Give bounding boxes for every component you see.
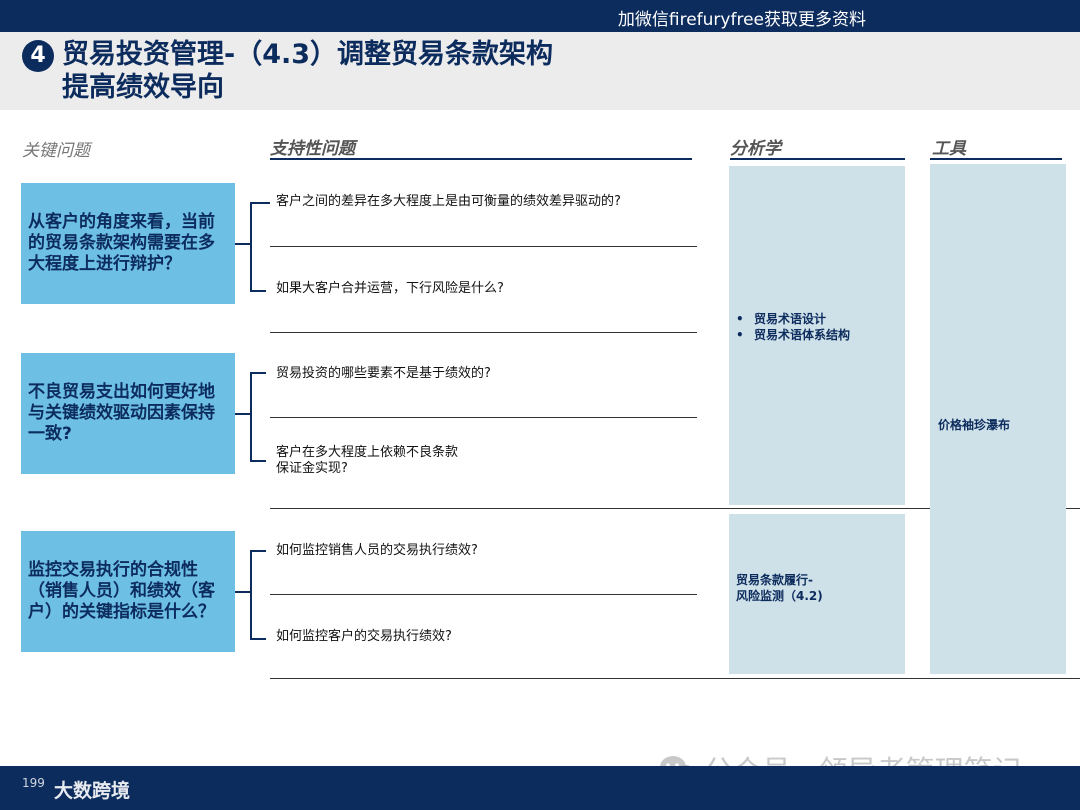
column-rule-supporting	[270, 158, 692, 160]
key-issue-box-2: 不良贸易支出如何更好地与关键绩效驱动因素保持一致?	[21, 353, 235, 474]
supporting-question-3a: 如何监控销售人员的交易执行绩效?	[276, 543, 478, 558]
divider-line-6	[270, 678, 1080, 679]
analytics-panel-2-line2: 风险监测（4.2)	[736, 589, 823, 603]
tools-panel-text: 价格袖珍瀑布	[938, 418, 1011, 432]
top-banner-text: 加微信firefuryfree获取更多资料	[617, 10, 866, 30]
connector-tick-3	[235, 591, 251, 593]
column-heading-tools: 工具	[932, 139, 966, 159]
analytics-bullet-list: 贸易术语设计 贸易术语体系结构	[736, 311, 850, 343]
divider-line-1	[270, 246, 697, 247]
bracket-2	[250, 372, 266, 462]
analytics-panel-2-line1: 贸易条款履行-	[736, 573, 813, 587]
top-banner	[0, 0, 1080, 32]
page-title-line1: 贸易投资管理-（4.3）调整贸易条款架构	[62, 39, 554, 70]
supporting-question-1a: 客户之间的差异在多大程度上是由可衡量的绩效差异驱动的?	[276, 194, 621, 209]
key-issue-box-3: 监控交易执行的合规性（销售人员）和绩效（客户）的关键指标是什么？	[21, 531, 235, 652]
bracket-tick-1a	[264, 202, 270, 204]
bracket-1	[250, 202, 266, 292]
column-heading-analytics: 分析学	[730, 139, 781, 159]
footer-logo-text: 大数跨境	[54, 780, 131, 802]
divider-line-3	[270, 417, 697, 418]
analytics-bullet-1: 贸易术语设计	[736, 311, 850, 327]
analytics-panel-2-text: 贸易条款履行- 风险监测（4.2)	[736, 572, 823, 604]
supporting-question-2b: 客户在多大程度上依赖不良条款 保证金实现?	[276, 445, 459, 476]
connector-tick-2	[235, 413, 251, 415]
page-title: 贸易投资管理-（4.3）调整贸易条款架构 提高绩效导向	[62, 38, 553, 104]
divider-line-5	[270, 594, 697, 595]
column-heading-key-issues: 关键问题	[22, 141, 90, 161]
key-issue-box-1: 从客户的角度来看，当前的贸易条款架构需要在多大程度上进行辩护？	[21, 183, 235, 304]
page-number: 199	[22, 776, 45, 790]
connector-tick-1	[235, 243, 251, 245]
section-number-badge: 4	[22, 40, 54, 72]
column-rule-tools	[930, 158, 1062, 160]
supporting-question-2a: 贸易投资的哪些要素不是基于绩效的?	[276, 366, 491, 381]
supporting-question-1b: 如果大客户合并运营，下行风险是什么?	[276, 281, 504, 296]
column-heading-supporting: 支持性问题	[270, 139, 355, 159]
analytics-bullet-2: 贸易术语体系结构	[736, 327, 850, 343]
bottom-banner	[0, 766, 1080, 810]
column-rule-analytics	[730, 158, 905, 160]
bracket-3	[250, 550, 266, 640]
page-title-line2: 提高绩效导向	[62, 72, 224, 103]
divider-line-2	[270, 332, 697, 333]
supporting-question-3b: 如何监控客户的交易执行绩效?	[276, 629, 452, 644]
